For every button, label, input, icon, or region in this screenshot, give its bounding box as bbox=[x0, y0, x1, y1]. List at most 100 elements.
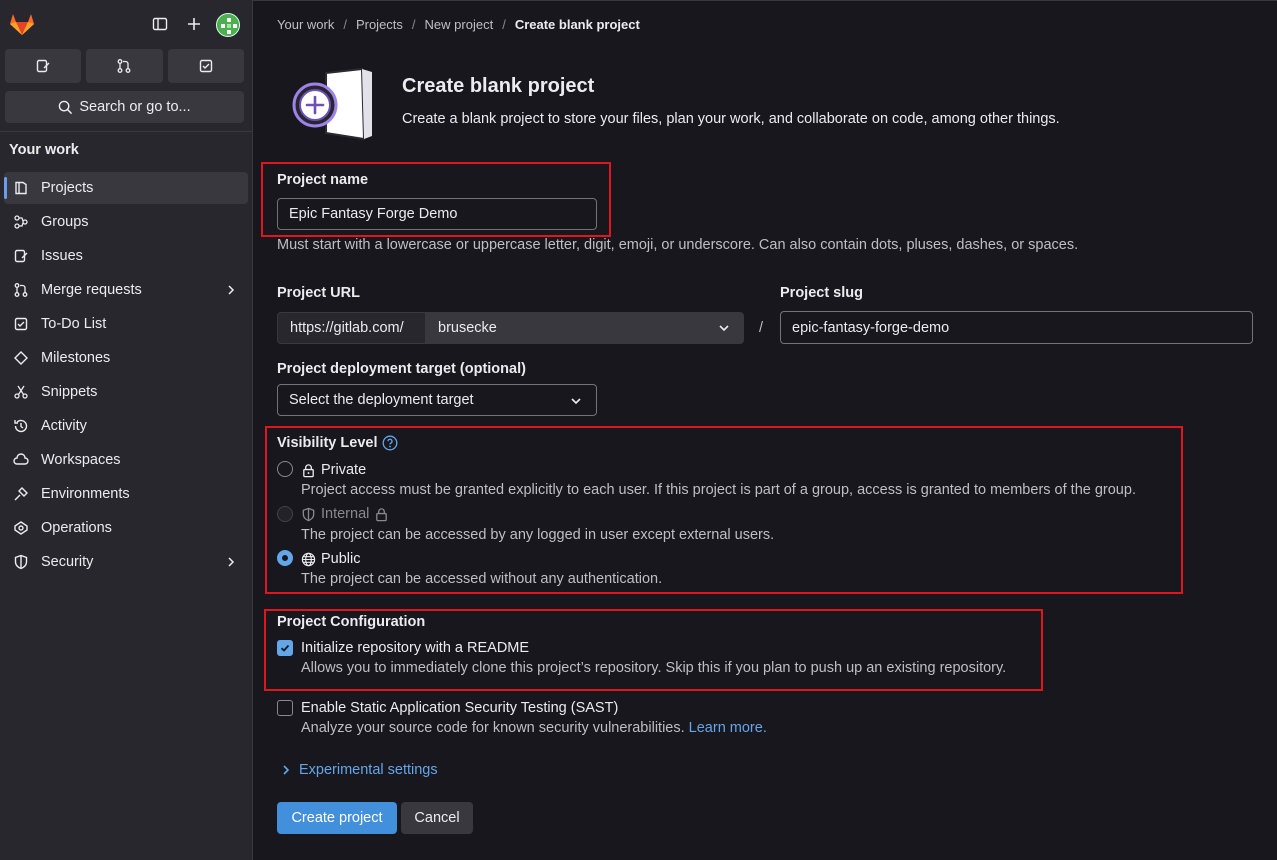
assigned-issues-button[interactable] bbox=[5, 49, 82, 83]
breadcrumb-new-project[interactable]: New project bbox=[425, 17, 494, 32]
sidebar-item-workspaces[interactable]: Workspaces bbox=[4, 444, 248, 476]
sidebar-item-environments[interactable]: Environments bbox=[4, 478, 248, 510]
breadcrumb-your-work[interactable]: Your work bbox=[277, 17, 334, 32]
search-label: Search or go to... bbox=[79, 99, 191, 115]
sidebar-item-milestones[interactable]: Milestones bbox=[4, 342, 248, 374]
sidebar-item-security[interactable]: Security bbox=[4, 546, 248, 578]
sast-desc: Analyze your source code for known secur… bbox=[301, 720, 685, 736]
plus-icon[interactable] bbox=[183, 13, 205, 35]
sidebar-item-todo-list[interactable]: To-Do List bbox=[4, 308, 248, 340]
todo-icon bbox=[199, 59, 213, 73]
sidebar-item-projects[interactable]: Projects bbox=[4, 172, 248, 204]
namespace-select[interactable]: brusecke bbox=[425, 312, 744, 344]
breadcrumb-separator: / bbox=[411, 17, 416, 32]
sidebar-item-snippets[interactable]: Snippets bbox=[4, 376, 248, 408]
gitlab-logo-icon[interactable] bbox=[9, 12, 35, 36]
visibility-label: Visibility Level bbox=[277, 435, 378, 451]
project-slug-label: Project slug bbox=[780, 285, 863, 301]
project-slug-input[interactable]: epic-fantasy-forge-demo bbox=[780, 311, 1253, 344]
issues-icon bbox=[36, 59, 50, 73]
cancel-button[interactable]: Cancel bbox=[401, 802, 473, 834]
chevron-right-icon bbox=[283, 765, 290, 775]
todo-icon bbox=[12, 315, 30, 333]
globe-icon bbox=[301, 552, 316, 566]
shield-icon bbox=[302, 507, 315, 521]
group-icon bbox=[12, 213, 30, 231]
readme-desc: Allows you to immediately clone this pro… bbox=[301, 660, 1007, 676]
project-url-label: Project URL bbox=[277, 285, 360, 301]
visibility-private-radio[interactable] bbox=[277, 461, 293, 477]
learn-more-link[interactable]: Learn more. bbox=[689, 720, 767, 736]
question-icon[interactable] bbox=[382, 435, 398, 451]
visibility-internal-radio[interactable] bbox=[277, 506, 293, 522]
merge-request-icon bbox=[12, 281, 30, 299]
visibility-internal-label: Internal bbox=[321, 506, 370, 522]
merge-requests-button[interactable] bbox=[86, 49, 163, 83]
breadcrumb-current[interactable]: Create blank project bbox=[515, 17, 640, 32]
sidebar-item-label: Snippets bbox=[41, 384, 98, 400]
search-button[interactable]: Search or go to... bbox=[5, 91, 244, 123]
project-url-prefix: https://gitlab.com/ bbox=[277, 312, 425, 344]
visibility-internal-title: Internal bbox=[301, 506, 389, 522]
visibility-public-desc: The project can be accessed without any … bbox=[301, 571, 663, 587]
chevron-right-icon bbox=[228, 285, 235, 295]
sidebar-item-label: Issues bbox=[41, 248, 83, 264]
sidebar-item-label: Workspaces bbox=[41, 452, 121, 468]
merge-request-icon bbox=[118, 59, 131, 73]
sidebar-item-issues[interactable]: Issues bbox=[4, 240, 248, 272]
create-project-button[interactable]: Create project bbox=[277, 802, 397, 834]
page-description: Create a blank project to store your fil… bbox=[402, 111, 1060, 127]
operations-icon bbox=[12, 519, 30, 537]
snippet-icon bbox=[12, 383, 30, 401]
visibility-private-title: Private bbox=[301, 462, 366, 478]
environment-icon bbox=[12, 485, 30, 503]
sidebar-item-label: Security bbox=[41, 554, 94, 570]
deployment-target-select[interactable]: Select the deployment target bbox=[277, 384, 597, 416]
project-name-value: Epic Fantasy Forge Demo bbox=[289, 206, 458, 222]
visibility-private-desc: Project access must be granted explicitl… bbox=[301, 482, 1136, 498]
milestone-icon bbox=[12, 349, 30, 367]
sidebar-item-label: Operations bbox=[41, 520, 112, 536]
breadcrumb-projects[interactable]: Projects bbox=[356, 17, 403, 32]
sidebar-item-label: Groups bbox=[41, 214, 89, 230]
sidebar-item-label: Environments bbox=[41, 486, 130, 502]
experimental-settings-toggle[interactable]: Experimental settings bbox=[281, 762, 438, 778]
project-name-input[interactable]: Epic Fantasy Forge Demo bbox=[277, 198, 597, 230]
sidebar-item-label: To-Do List bbox=[41, 316, 107, 332]
breadcrumb: Your work / Projects / New project / Cre… bbox=[277, 17, 640, 32]
collapse-sidebar-icon[interactable] bbox=[149, 13, 171, 35]
sidebar-item-operations[interactable]: Operations bbox=[4, 512, 248, 544]
highlight-box-visibility bbox=[265, 426, 1183, 594]
project-configuration-label: Project Configuration bbox=[277, 614, 426, 630]
issues-icon bbox=[12, 247, 30, 265]
sast-checkbox[interactable] bbox=[277, 700, 293, 716]
project-url-prefix-text: https://gitlab.com/ bbox=[290, 320, 404, 336]
search-icon bbox=[59, 100, 73, 114]
visibility-private-label: Private bbox=[321, 462, 367, 478]
sast-desc-row: Analyze your source code for known secur… bbox=[301, 720, 767, 736]
readme-title: Initialize repository with a README bbox=[301, 640, 530, 656]
blank-project-illustration-icon bbox=[292, 67, 372, 141]
sidebar-item-label: Projects bbox=[41, 180, 94, 196]
sidebar-item-merge-requests[interactable]: Merge requests bbox=[4, 274, 248, 306]
sidebar-item-label: Activity bbox=[41, 418, 87, 434]
deployment-target-value: Select the deployment target bbox=[289, 392, 474, 408]
top-border bbox=[253, 0, 1277, 1]
sidebar-item-groups[interactable]: Groups bbox=[4, 206, 248, 238]
sidebar-item-activity[interactable]: Activity bbox=[4, 410, 248, 442]
project-slug-value: epic-fantasy-forge-demo bbox=[792, 319, 950, 336]
divider bbox=[0, 131, 253, 132]
readme-checkbox[interactable] bbox=[277, 640, 293, 656]
breadcrumb-separator: / bbox=[502, 17, 506, 32]
breadcrumb-separator: / bbox=[343, 17, 347, 32]
todo-list-button[interactable] bbox=[167, 49, 244, 83]
namespace-value: brusecke bbox=[438, 320, 497, 336]
avatar[interactable] bbox=[216, 13, 240, 37]
lock-icon bbox=[376, 507, 388, 521]
sidebar-item-label: Milestones bbox=[41, 350, 111, 366]
visibility-public-radio[interactable] bbox=[277, 550, 293, 566]
visibility-public-label: Public bbox=[321, 551, 361, 567]
experimental-settings-label: Experimental settings bbox=[299, 762, 438, 778]
deployment-target-label: Project deployment target (optional) bbox=[277, 361, 526, 377]
sidebar-top bbox=[0, 0, 253, 48]
